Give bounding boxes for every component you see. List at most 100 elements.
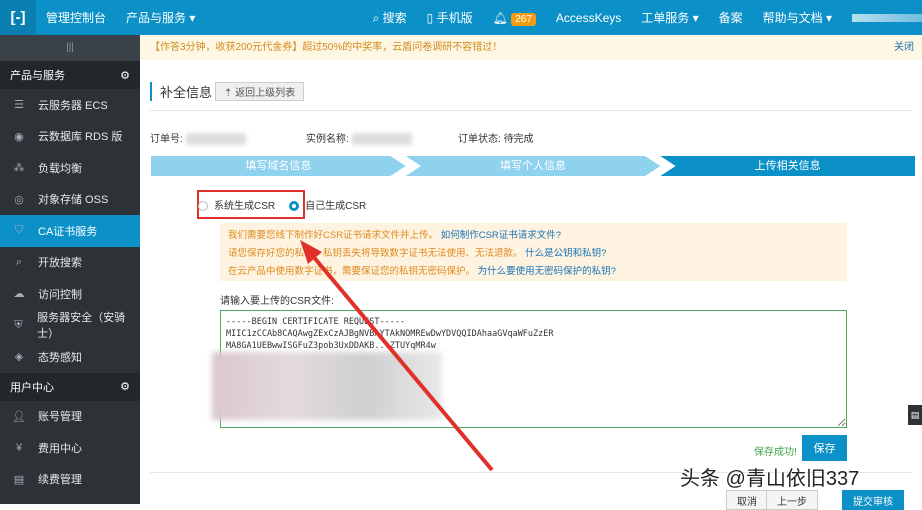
sidebar-group-user-center[interactable]: 用户中心 ⚙ [0,372,140,401]
instance-name: 实例名称: [306,130,412,146]
tip-text: 我们需要您线下制作好CSR证书请求文件并上传。 [228,230,439,241]
arrow-up-icon: ⇡ [224,88,233,99]
order-number: 订单号: [150,130,246,146]
radio-label: 系统生成CSR [214,201,276,212]
sidebar-item-label: 负载均衡 [38,162,82,175]
sidebar: ||| 产品与服务 ⚙ ☰ 云服务器 ECS ◉ 云数据库 RDS 版 ⁂ 负载均衡 ◎ 对象存… [0,35,140,504]
sidebar-item[interactable]: ⁂ 负载均衡 [0,152,140,184]
chat-icon[interactable]: ▤ [908,405,922,425]
accesskeys-link[interactable]: AccessKeys [546,11,631,25]
sidebar-item-icon: 👤︎ [12,410,26,423]
sidebar-item-label: 服务器安全（安骑士） [37,312,126,341]
no-password-key-link[interactable]: 为什么要使用无密码保护的私钥? [478,266,616,277]
sidebar-item-icon: ⁂ [13,162,25,175]
sidebar-item[interactable]: ◎ 对象存储 OSS [0,184,140,216]
help-menu[interactable]: 帮助与文档 ▾ [753,9,842,26]
sidebar-item-label: 访问控制 [38,288,82,301]
page-title: 补全信息 [150,82,212,101]
user-account-menu[interactable] [852,13,922,22]
redacted-value [351,133,412,146]
csr-source-radio-group: 系统生成CSR 自己生成CSR [198,197,366,212]
console-link[interactable]: 管理控制台 [36,9,116,26]
gear-icon[interactable]: ⚙ [120,69,130,82]
sidebar-item-icon: ☰ [14,99,24,112]
public-private-key-link[interactable]: 什么是公钥和私钥? [525,248,606,259]
sidebar-item-icon: ¥ [15,441,23,454]
sidebar-item[interactable]: ☰ 云服务器 ECS [0,89,140,121]
sidebar-item-icon: ⛨ [14,318,23,331]
sidebar-collapse-handle[interactable]: ||| [0,35,140,61]
previous-step-button[interactable]: 上一步 [766,490,818,510]
sidebar-item[interactable]: ◉ 云数据库 RDS 版 [0,121,140,153]
sidebar-group-products[interactable]: 产品与服务 ⚙ [0,61,140,89]
tip-text: 在云产品中使用数字证书，需要保证您的私钥无密码保护。 [228,266,476,277]
how-to-make-csr-link[interactable]: 如何制作CSR证书请求文件? [441,230,561,241]
divider [150,110,912,111]
tickets-menu[interactable]: 工单服务 ▾ [631,9,708,26]
radio-label: 自己生成CSR [305,201,367,212]
instance-label: 实例名称: [306,134,349,145]
sidebar-item-label: 云服务器 ECS [38,99,108,112]
notifications-button[interactable]: 🔔︎ 267 [483,10,546,26]
tip-line: 请您保存好您的私钥，私钥丢失将导致数字证书无法使用、无法退款。 什么是公钥和私钥… [228,245,839,263]
notice-text[interactable]: 【作答3分钟，收获200元代金券】超过50%的中奖率，云盾问卷调研不容错过！ [150,42,502,53]
step-domain-info: 填写域名信息 [151,156,406,176]
back-label: 返回上级列表 [235,88,296,99]
back-to-list-button[interactable]: ⇡ 返回上级列表 [215,82,305,101]
order-status: 订单状态: 待完成 [458,130,534,145]
notification-badge: 267 [511,12,536,26]
sidebar-item[interactable]: ☁ 访问控制 [0,278,140,310]
sidebar-item[interactable]: ⛨ 服务器安全（安骑士） [0,310,140,342]
search-button[interactable]: ⌕ 搜索 [363,9,417,26]
radio-checked-icon [289,201,300,212]
save-button[interactable]: 保存 [802,435,847,461]
sidebar-item[interactable]: ◈ 态势感知 [0,341,140,373]
radio-unchecked-icon [198,201,208,212]
sidebar-item-icon: ▤ [13,473,25,486]
sidebar-item-label: 费用中心 [38,442,82,455]
csr-tips-box: 我们需要您线下制作好CSR证书请求文件并上传。 如何制作CSR证书请求文件? 请… [220,223,847,281]
notice-close-link[interactable]: 关闭 [894,35,914,60]
phone-icon: ▯ [426,11,434,25]
beian-link[interactable]: 备案 [709,9,753,26]
sidebar-item[interactable]: ⌕ 开放搜索 [0,247,140,279]
sidebar-item-icon: ⌕ [15,255,23,268]
step-upload-info: 上传相关信息 [660,156,916,176]
sidebar-item-icon: ◈ [14,351,24,364]
sidebar-item-icon: ⛉ [14,224,24,237]
cancel-button[interactable]: 取消 [726,490,768,510]
search-label: 搜索 [382,11,407,25]
step-personal-info: 填写个人信息 [405,156,661,176]
gear-icon[interactable]: ⚙ [120,380,130,393]
order-number-label: 订单号: [150,134,183,145]
status-label: 订单状态: [458,134,501,145]
watermark: 头条 @青山依旧337 [680,468,860,490]
tip-line: 在云产品中使用数字证书，需要保证您的私钥无密码保护。 为什么要使用无密码保护的私… [228,263,839,281]
sidebar-item[interactable]: ¥ 费用中心 [0,432,140,464]
sidebar-item-label: 续费管理 [38,474,82,487]
notice-banner: 【作答3分钟，收获200元代金券】超过50%的中奖率，云盾问卷调研不容错过！ 关… [140,35,922,60]
mobile-label: 手机版 [436,11,473,25]
tip-line: 我们需要您线下制作好CSR证书请求文件并上传。 如何制作CSR证书请求文件? [228,227,839,245]
sidebar-item-icon: ◉ [14,130,24,143]
mobile-button[interactable]: ▯ 手机版 [417,9,483,26]
radio-system-csr[interactable]: 系统生成CSR [198,197,275,212]
tip-text: 请您保存好您的私钥，私钥丢失将导致数字证书无法使用、无法退款。 [228,248,523,259]
bell-icon: 🔔︎ [492,10,508,25]
top-nav: [-] 管理控制台 产品与服务 ▾ ⌕ 搜索 ▯ 手机版 🔔︎ 267 Acce… [0,0,922,35]
sidebar-item[interactable]: ⛉ CA证书服务 [0,215,140,247]
products-menu[interactable]: 产品与服务 ▾ [116,9,205,26]
sidebar-item-label: 态势感知 [38,351,82,364]
aliyun-logo-icon[interactable]: [-] [0,0,36,35]
main-content: 补全信息 ⇡ 返回上级列表 订单号: 实例名称: 订单状态: 待完成 填写域名信… [140,60,922,510]
sidebar-item-label: CA证书服务 [38,225,98,238]
submit-review-button[interactable]: 提交审核 [842,490,904,510]
sidebar-item[interactable]: 👤︎ 账号管理 [0,401,140,433]
sidebar-item-label: 开放搜索 [38,257,82,270]
redacted-value [185,133,246,146]
sidebar-item[interactable]: ▤ 续费管理 [0,464,140,496]
radio-self-csr[interactable]: 自己生成CSR [289,197,366,212]
sidebar-item-icon: ☁ [13,288,25,301]
save-success-message: 保存成功! [754,447,797,458]
group-label: 用户中心 [10,381,54,394]
